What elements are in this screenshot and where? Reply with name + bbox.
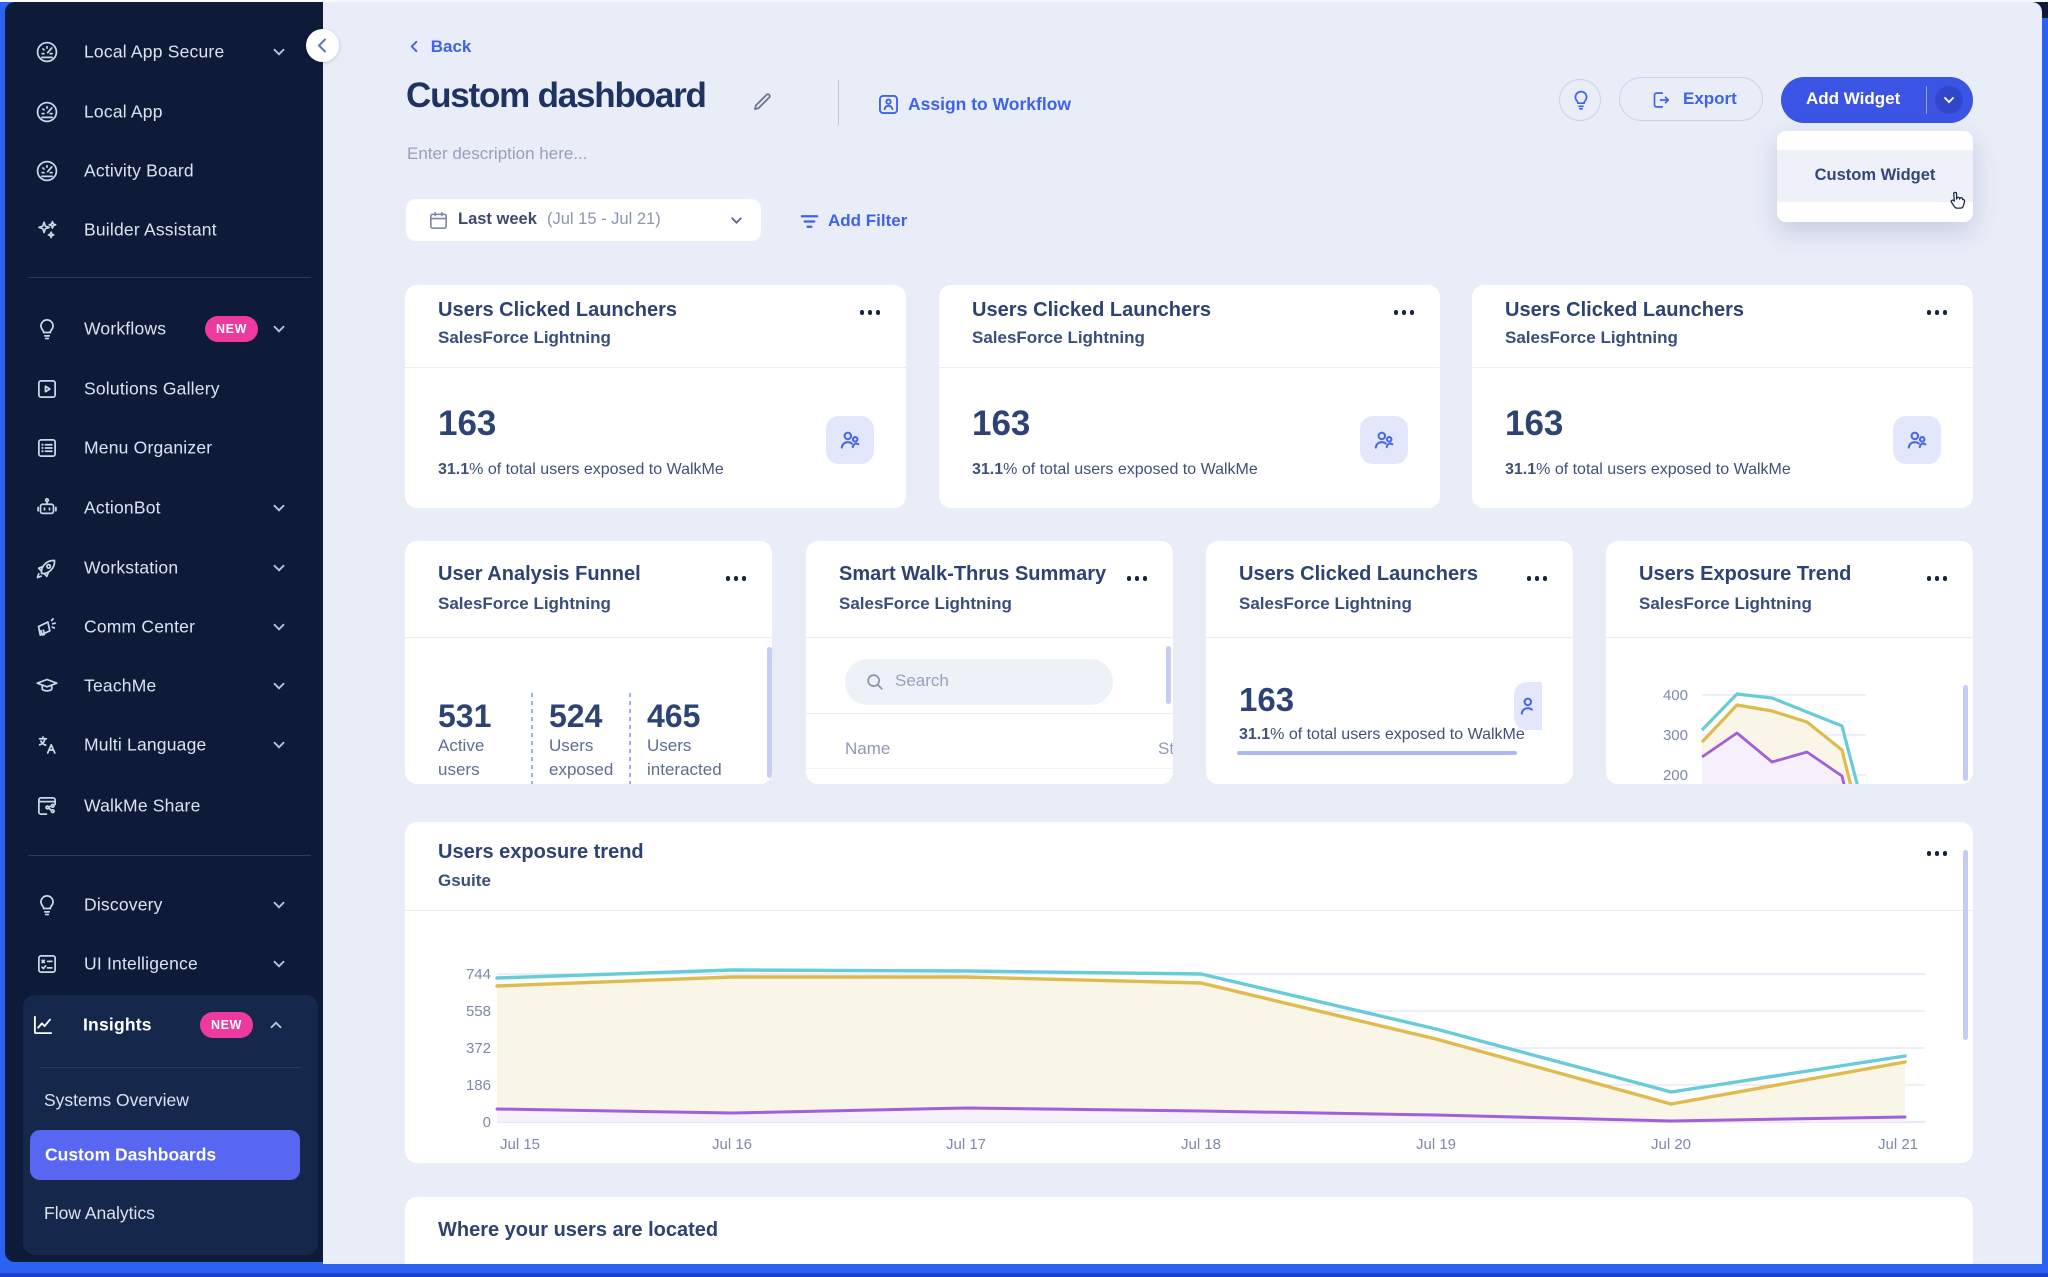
svg-text:Jul 15: Jul 15 [500, 1136, 540, 1153]
svg-text:186: 186 [466, 1077, 491, 1094]
svg-text:744: 744 [466, 966, 491, 983]
svg-text:400: 400 [1663, 687, 1688, 704]
svg-text:Jul 18: Jul 18 [1181, 1136, 1221, 1153]
svg-text:Jul 21: Jul 21 [1878, 1136, 1918, 1153]
svg-text:0: 0 [483, 1114, 491, 1131]
svg-text:300: 300 [1663, 727, 1688, 744]
svg-text:558: 558 [466, 1003, 491, 1020]
svg-text:Jul 16: Jul 16 [712, 1136, 752, 1153]
svg-text:Jul 19: Jul 19 [1416, 1136, 1456, 1153]
svg-text:Jul 20: Jul 20 [1651, 1136, 1691, 1153]
svg-text:372: 372 [466, 1040, 491, 1057]
svg-text:Jul 17: Jul 17 [946, 1136, 986, 1153]
svg-text:200: 200 [1663, 767, 1688, 784]
